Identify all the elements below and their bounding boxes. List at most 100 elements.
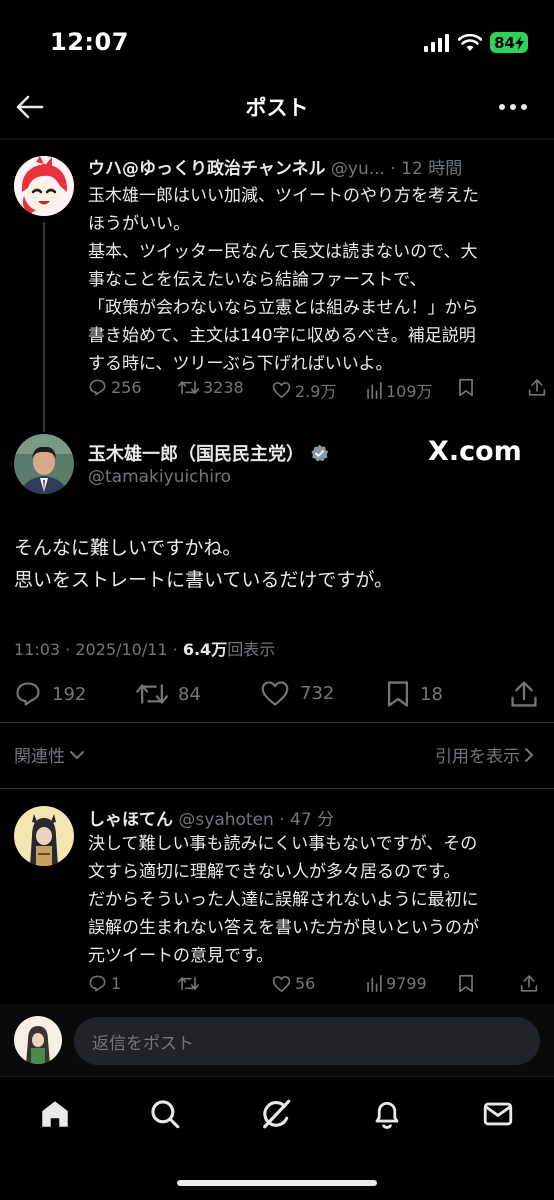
text-line: する時に、ツリーぶら下げればいいよ。 [88, 354, 393, 374]
more-options-button[interactable] [498, 98, 528, 116]
main-avatar[interactable] [14, 434, 74, 494]
reply-input[interactable]: 返信をポスト [74, 1017, 540, 1065]
text-line: 事なことを伝えたいなら結論ファーストで、 [88, 270, 427, 290]
main-repost-count: 84 [178, 683, 201, 705]
main-reply-count: 192 [52, 683, 87, 705]
reply-reply-count: 1 [111, 974, 122, 993]
main-like-button[interactable]: 732 [260, 680, 334, 707]
wifi-icon [458, 33, 483, 51]
reply-share-button[interactable] [520, 974, 538, 993]
parent-view-count: 109万 [386, 382, 433, 401]
reply-views-button[interactable]: 9799 [366, 974, 427, 993]
xcom-watermark: X.com [428, 436, 522, 467]
text-line: 思いをストレートに書いているだけですが。 [14, 569, 394, 591]
text-line: 文すら適切に理解できない人が多々居るのです。 [88, 862, 461, 882]
parent-like-button[interactable]: 2.9万 [272, 378, 336, 402]
parent-views-button[interactable]: 109万 [366, 378, 433, 402]
view-quotes-label: 引用を表示 [435, 747, 520, 767]
bookmark-icon [459, 378, 473, 397]
main-like-count: 732 [300, 683, 335, 704]
parent-repost-button[interactable]: 3238 [178, 378, 244, 397]
nav-search[interactable] [148, 1097, 182, 1131]
page-title: ポスト [245, 96, 309, 120]
view-quotes-link[interactable]: 引用を表示 [435, 742, 534, 767]
verified-badge-icon [311, 444, 329, 461]
divider [0, 788, 554, 789]
heart-icon [272, 975, 291, 992]
reply-icon [89, 975, 106, 992]
reply-tweet-time: 47 分 [290, 810, 335, 830]
repost-icon [178, 977, 199, 990]
heart-icon [272, 382, 291, 398]
bookmark-icon [459, 974, 473, 993]
main-author-handle[interactable]: @tamakiyuichiro [88, 467, 231, 487]
text-line: 元ツイートの意見です。 [88, 946, 274, 966]
parent-author-name[interactable]: ウハ@ゆっくり政治チャンネル [88, 159, 326, 179]
reply-bookmark-button[interactable] [458, 974, 474, 993]
nav-messages[interactable] [481, 1097, 515, 1131]
text-line: 決して難しい事も読みにくい事もないですが、その [88, 834, 478, 854]
share-icon [528, 379, 546, 396]
parent-separator: · [384, 159, 402, 179]
main-repost-button[interactable]: 84 [136, 680, 201, 708]
divider [0, 722, 554, 723]
bell-icon [375, 1102, 399, 1129]
reply-icon [16, 682, 40, 706]
mail-icon [483, 1102, 513, 1126]
main-tweet-text: そんなに難しいですかね。 思いをストレートに書いているだけですが。 [14, 532, 393, 596]
charging-bolt-icon [515, 35, 524, 50]
reply-tweet-text[interactable]: 決して難しい事も読みにくい事もないですが、その 文すら適切に理解できない人が多々… [88, 830, 538, 970]
my-avatar[interactable] [14, 1016, 62, 1064]
heart-icon [261, 681, 289, 706]
search-icon [151, 1100, 180, 1129]
main-bookmark-button[interactable]: 18 [386, 680, 443, 708]
parent-author-handle[interactable]: @yu... [331, 159, 385, 179]
parent-reply-button[interactable]: 256 [88, 378, 142, 397]
parent-action-bar: 256 3238 2.9万 109万 [88, 378, 546, 402]
reply-input-placeholder: 返信をポスト [92, 1033, 194, 1054]
reply-like-count: 56 [295, 974, 316, 993]
reply-reply-button[interactable]: 1 [88, 974, 121, 993]
nav-notifications[interactable] [370, 1097, 404, 1131]
reply-action-bar: 1 56 9799 [88, 974, 540, 998]
reply-avatar[interactable] [14, 806, 74, 866]
parent-share-button[interactable] [528, 378, 546, 397]
main-reply-button[interactable]: 192 [14, 680, 86, 708]
main-bookmark-count: 18 [420, 683, 443, 705]
text-line: 誤解の生まれない答えを書いた方が良いというのが [88, 918, 479, 938]
parent-repost-count: 3238 [203, 378, 244, 397]
nav-grok[interactable] [259, 1097, 293, 1131]
main-tweet-timestamp[interactable]: 11:03 · 2025/10/11 · [14, 640, 183, 659]
main-tweet-meta: 11:03 · 2025/10/11 · 6.4万回表示 [14, 636, 275, 660]
text-line: 書き始めて、主文は140字に収めるべき。補足説明 [88, 326, 476, 346]
text-line: ほうがいい。 [88, 214, 190, 234]
main-view-count: 6.4万 [182, 640, 228, 659]
grok-icon [263, 1099, 291, 1129]
reply-repost-button[interactable] [178, 974, 199, 993]
views-icon [367, 975, 382, 992]
reply-like-button[interactable]: 56 [272, 974, 315, 993]
main-author-name[interactable]: 玉木雄一郎（国民民主党） [88, 440, 329, 466]
header-divider [0, 138, 554, 140]
reply-author-name[interactable]: しゃほてん [88, 810, 173, 830]
sort-relevance-button[interactable]: 関連性 [14, 742, 85, 767]
parent-bookmark-button[interactable] [458, 378, 474, 397]
parent-tweet-header: ウハ@ゆっくり政治チャンネル @yu... · 12 時間 [88, 154, 462, 179]
reply-tweet-header: しゃほてん @syahoten · 47 分 [88, 805, 334, 830]
status-time: 12:07 [50, 28, 129, 56]
battery-level: 84 [494, 33, 515, 52]
home-icon [42, 1101, 68, 1127]
reply-separator: · [273, 810, 291, 830]
parent-avatar[interactable] [14, 156, 74, 216]
parent-tweet-time: 12 時間 [401, 159, 463, 179]
text-line: 「政策が会わないなら立憲とは組みません！」から [88, 298, 479, 318]
parent-tweet-text[interactable]: 玉木雄一郎はいい加減、ツイートのやり方を考えた ほうがいい。 基本、ツイッター民… [88, 182, 538, 378]
status-icons: 84 [424, 32, 528, 53]
sort-label: 関連性 [14, 747, 65, 767]
reply-author-handle[interactable]: @syahoten [178, 810, 273, 830]
views-icon [367, 381, 382, 399]
main-share-button[interactable] [510, 680, 538, 708]
thread-line [43, 222, 45, 432]
nav-home[interactable] [38, 1097, 72, 1131]
main-action-bar: 192 84 732 18 [0, 680, 554, 710]
